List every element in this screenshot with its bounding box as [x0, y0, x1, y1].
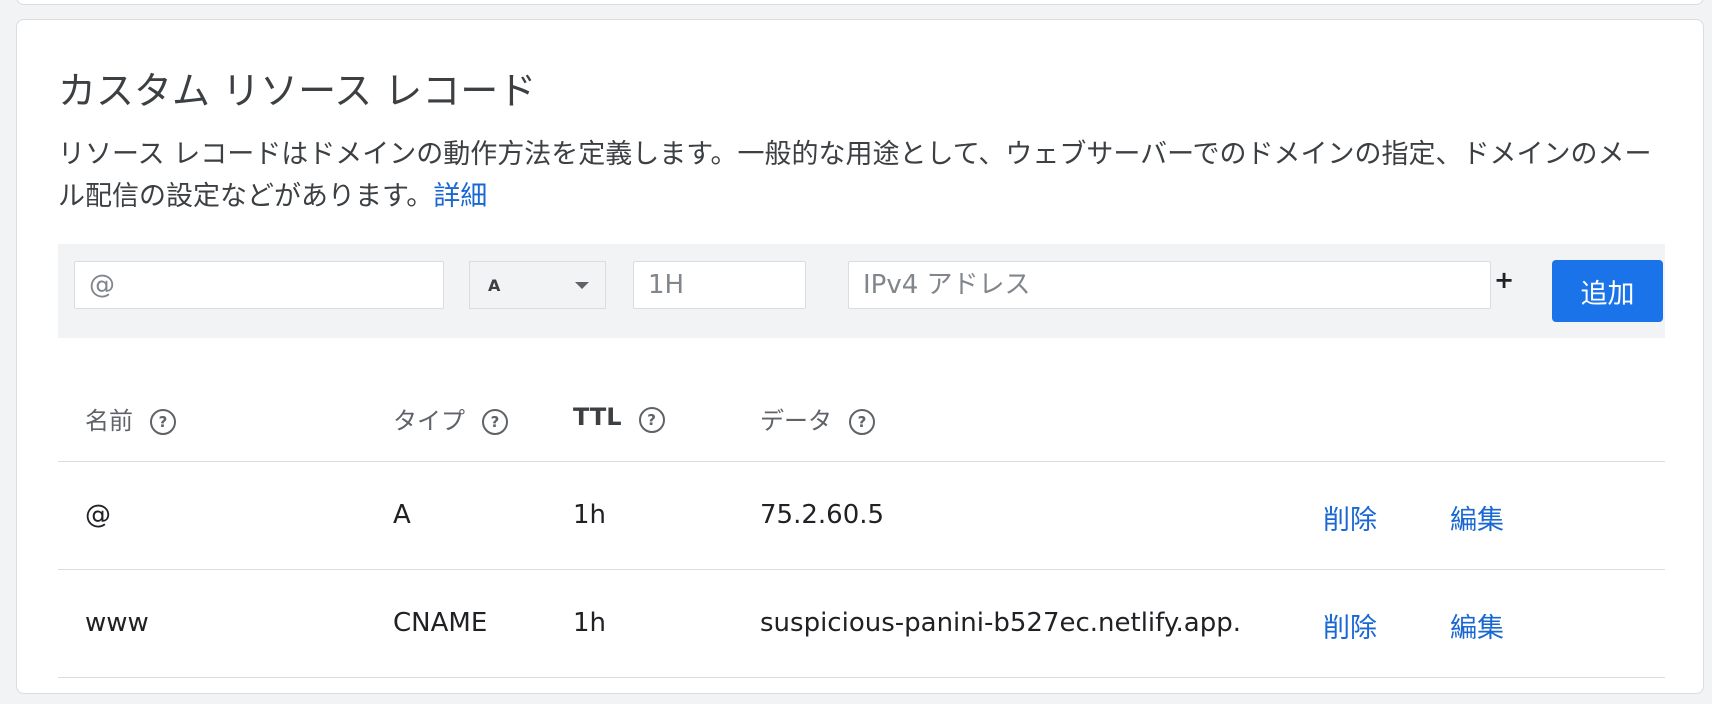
record-name: www [85, 608, 149, 638]
description-text: リソース レコードはドメインの動作方法を定義します。一般的な用途として、ウェブサ… [58, 139, 1652, 212]
delete-button[interactable]: 削除 [1323, 498, 1377, 537]
custom-records-card: カスタム リソース レコード リソース レコードはドメインの動作方法を定義します… [16, 19, 1704, 694]
table-row: @ A 1h 75.2.60.5 削除 編集 [58, 462, 1665, 570]
type-select[interactable]: A [469, 261, 606, 309]
name-input[interactable] [74, 261, 444, 309]
edit-button[interactable]: 編集 [1450, 498, 1504, 537]
header-data: データ ? [760, 401, 875, 436]
table-header: 名前 ? タイプ ? TTL ? データ ? [58, 360, 1665, 462]
records-table: 名前 ? タイプ ? TTL ? データ ? @ A 1h 75.2.60.5 … [58, 360, 1665, 678]
add-button[interactable]: 追加 [1552, 260, 1663, 322]
help-icon[interactable]: ? [150, 408, 176, 435]
add-field-plus-button[interactable]: + [1493, 266, 1515, 294]
ttl-input[interactable] [633, 261, 806, 309]
type-select-value: A [488, 275, 501, 295]
help-icon[interactable]: ? [849, 408, 875, 435]
record-name: @ [85, 500, 111, 530]
header-name: 名前 ? [85, 401, 176, 436]
header-type: タイプ ? [393, 401, 508, 436]
chevron-down-icon [575, 281, 589, 289]
record-ttl: 1h [573, 500, 607, 530]
header-ttl: TTL ? [573, 401, 665, 433]
help-icon[interactable]: ? [482, 408, 508, 435]
data-input[interactable] [848, 261, 1491, 309]
record-data: 75.2.60.5 [760, 500, 885, 530]
table-row: www CNAME 1h suspicious-panini-b527ec.ne… [58, 570, 1665, 678]
header-data-label: データ [760, 407, 832, 435]
help-icon[interactable]: ? [638, 407, 665, 433]
section-title: カスタム リソース レコード [58, 69, 537, 113]
record-type: A [393, 500, 411, 530]
add-record-form: A + 追加 [58, 244, 1665, 338]
previous-card [16, 0, 1704, 5]
record-data: suspicious-panini-b527ec.netlify.app. [760, 608, 1241, 638]
edit-button[interactable]: 編集 [1450, 606, 1504, 645]
record-type: CNAME [393, 608, 488, 638]
learn-more-link[interactable]: 詳細 [433, 181, 487, 212]
delete-button[interactable]: 削除 [1323, 606, 1377, 645]
header-ttl-label: TTL [573, 403, 622, 431]
header-name-label: 名前 [85, 407, 133, 435]
record-ttl: 1h [573, 608, 607, 638]
header-type-label: タイプ [393, 407, 465, 435]
section-description: リソース レコードはドメインの動作方法を定義します。一般的な用途として、ウェブサ… [58, 134, 1678, 218]
